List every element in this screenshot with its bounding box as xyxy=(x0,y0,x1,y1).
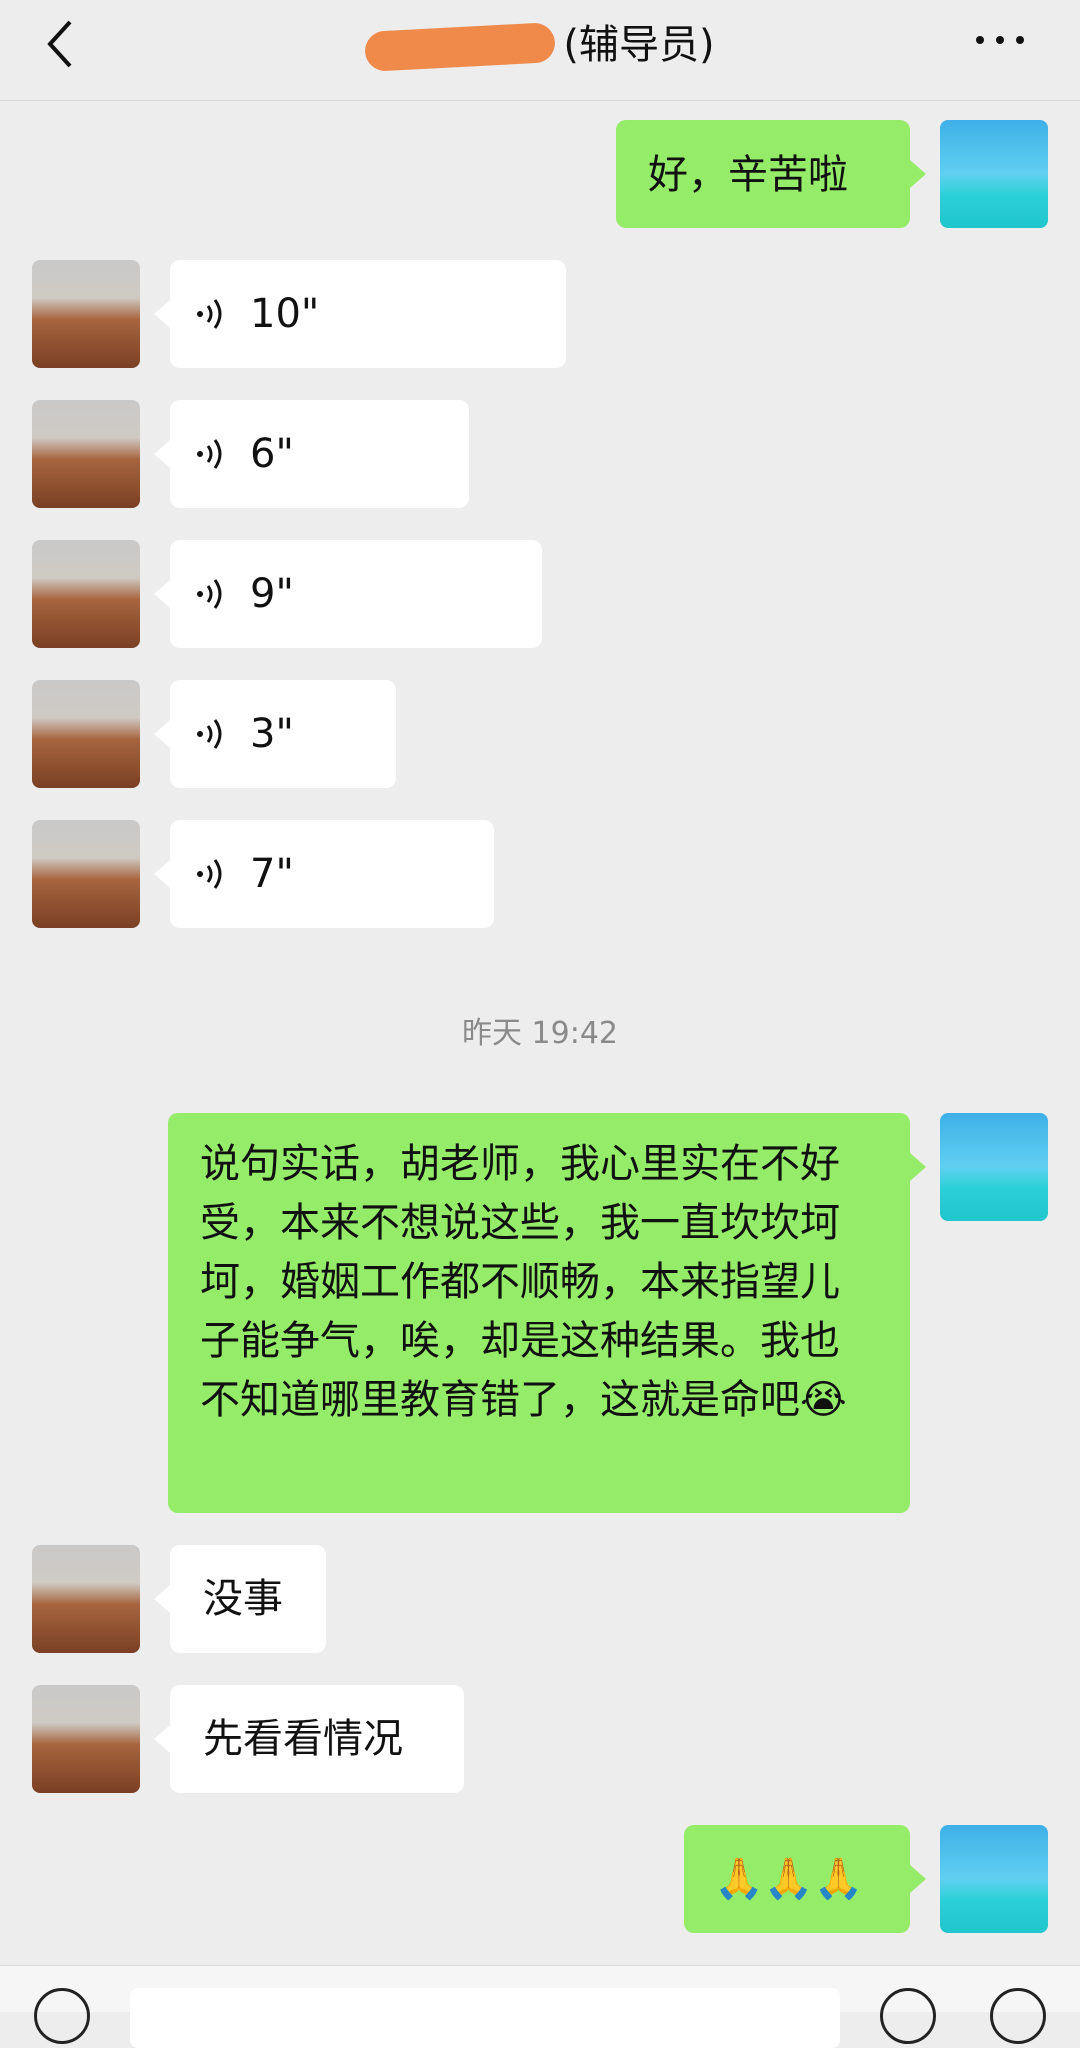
plus-icon[interactable] xyxy=(990,1988,1046,2044)
message-text: 没事 xyxy=(203,1576,283,1622)
voice-wave-icon xyxy=(197,859,222,889)
contact-avatar[interactable] xyxy=(32,820,140,928)
message-text: 说句实话，胡老师，我心里实在不好受，本来不想说这些，我一直坎坎坷坷，婚姻工作都不… xyxy=(200,1141,847,1423)
my-avatar[interactable] xyxy=(940,120,1048,228)
message-text: 好，辛苦啦 xyxy=(648,152,848,198)
voice-message-bubble[interactable]: 3" xyxy=(154,680,396,788)
voice-message-bubble[interactable]: 9" xyxy=(154,540,542,648)
message-input[interactable] xyxy=(130,1988,840,2048)
emoji-icon[interactable] xyxy=(880,1988,936,2044)
voice-message-bubble[interactable]: 10" xyxy=(154,260,566,368)
message-timestamp: 昨天 19:42 xyxy=(462,1016,618,1051)
more-dots-icon[interactable] xyxy=(970,30,1030,50)
voice-duration: 10" xyxy=(250,291,320,337)
voice-duration: 3" xyxy=(250,711,294,757)
voice-wave-icon xyxy=(197,719,222,749)
contact-avatar[interactable] xyxy=(32,680,140,788)
voice-message-bubble[interactable]: 7" xyxy=(154,820,494,928)
voice-toggle-icon[interactable] xyxy=(34,1988,90,2044)
voice-message-bubble[interactable]: 6" xyxy=(154,400,469,508)
contact-avatar[interactable] xyxy=(32,1685,140,1793)
voice-duration: 6" xyxy=(250,431,294,477)
redacted-name xyxy=(364,22,557,72)
voice-wave-icon xyxy=(197,579,222,609)
chat-title: (辅导员) xyxy=(0,12,1080,72)
sent-text-bubble[interactable]: 说句实话，胡老师，我心里实在不好受，本来不想说这些，我一直坎坎坷坷，婚姻工作都不… xyxy=(168,1113,926,1513)
contact-avatar[interactable] xyxy=(32,260,140,368)
my-avatar[interactable] xyxy=(940,1825,1048,1933)
sent-text-bubble[interactable]: 🙏🙏🙏 xyxy=(684,1825,926,1933)
my-avatar[interactable] xyxy=(940,1113,1048,1221)
received-text-bubble[interactable]: 先看看情况 xyxy=(154,1685,464,1793)
voice-wave-icon xyxy=(197,439,222,469)
input-toolbar xyxy=(0,1965,1080,2048)
contact-avatar[interactable] xyxy=(32,400,140,508)
message-text: 🙏🙏🙏 xyxy=(714,1856,864,1902)
contact-avatar[interactable] xyxy=(32,540,140,648)
message-text: 先看看情况 xyxy=(203,1716,403,1762)
sent-text-bubble[interactable]: 好，辛苦啦 xyxy=(616,120,926,228)
voice-duration: 9" xyxy=(250,571,294,617)
received-text-bubble[interactable]: 没事 xyxy=(154,1545,326,1653)
title-suffix: (辅导员) xyxy=(563,22,715,68)
chat-header: (辅导员) xyxy=(0,0,1080,101)
contact-avatar[interactable] xyxy=(32,1545,140,1653)
voice-duration: 7" xyxy=(250,851,294,897)
voice-wave-icon xyxy=(197,299,222,329)
